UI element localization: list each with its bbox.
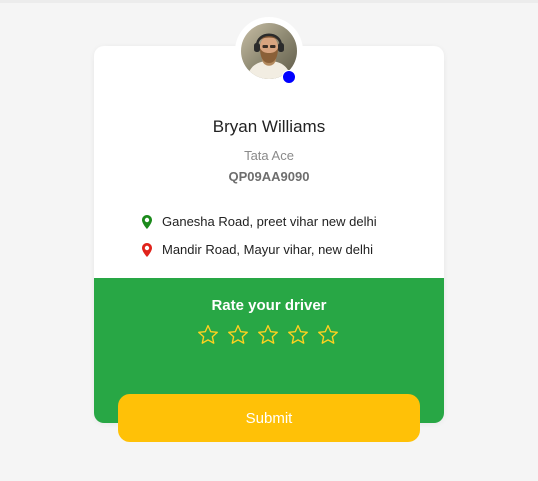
rate-driver-title: Rate your driver (211, 297, 327, 314)
star-rating (197, 324, 339, 346)
drop-location-label: Mandir Road, Mayur vihar, new delhi (162, 242, 373, 257)
map-pin-icon (142, 214, 152, 229)
star-icon[interactable] (257, 324, 279, 346)
star-icon[interactable] (227, 324, 249, 346)
vehicle-plate: QP09AA9090 (228, 169, 310, 184)
driver-rating-card: Bryan Williams Tata Ace QP09AA9090 Ganes… (94, 46, 444, 423)
star-icon[interactable] (287, 324, 309, 346)
pickup-location: Ganesha Road, preet vihar new delhi (142, 214, 377, 229)
star-icon[interactable] (197, 324, 219, 346)
submit-button[interactable]: Submit (118, 394, 420, 442)
driver-name: Bryan Williams (212, 117, 326, 136)
star-icon[interactable] (317, 324, 339, 346)
drop-location: Mandir Road, Mayur vihar, new delhi (142, 242, 373, 257)
top-divider (0, 0, 538, 3)
vehicle-type: Tata Ace (244, 148, 294, 163)
map-pin-icon (142, 242, 152, 257)
online-status-dot (282, 70, 296, 84)
avatar-container (235, 17, 303, 85)
pickup-location-label: Ganesha Road, preet vihar new delhi (162, 214, 377, 229)
